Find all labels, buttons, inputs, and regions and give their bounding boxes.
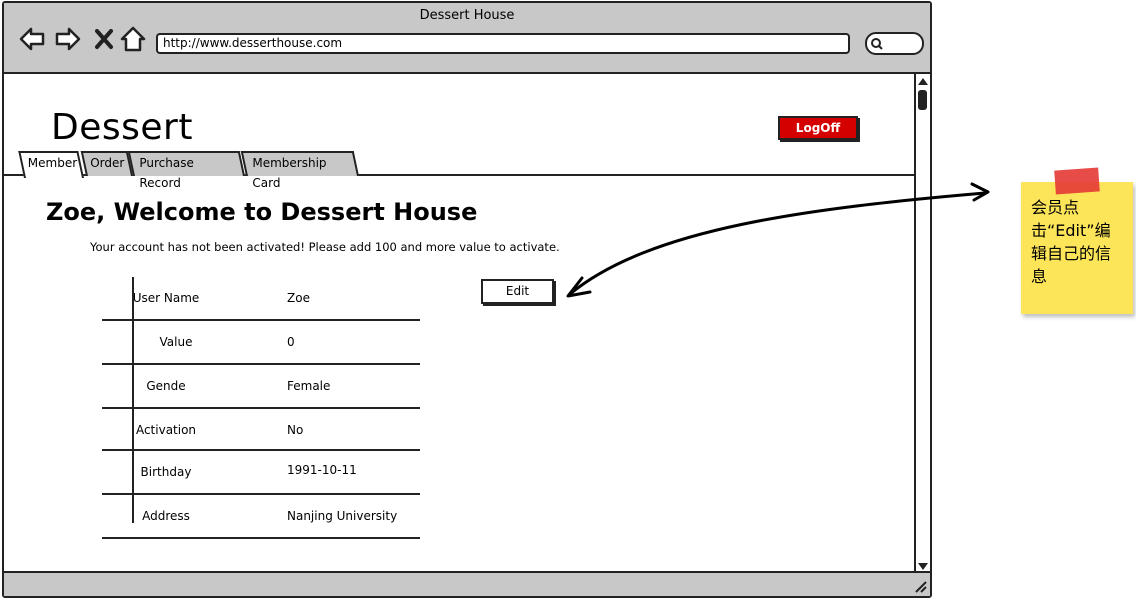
scroll-up-icon[interactable] [917, 76, 929, 87]
info-label: Activation [135, 423, 197, 437]
tab-order-label: Order [90, 156, 125, 170]
activation-notice: Your account has not been activated! Ple… [90, 240, 560, 254]
tab-purchase-record-label: Purchase Record [139, 156, 194, 190]
window-title: Dessert House [419, 8, 515, 23]
info-label: Birthday [140, 465, 192, 479]
tab-member-label: Member [27, 156, 78, 170]
edit-button[interactable]: Edit [481, 279, 554, 304]
info-label: User Name [132, 291, 200, 305]
info-label: Gende [146, 379, 186, 393]
info-label: Address [142, 509, 190, 523]
back-arrow-icon[interactable] [18, 25, 46, 53]
info-value: Female [287, 379, 331, 393]
table-row: Address Nanjing University [102, 495, 420, 539]
annotation-arrow [566, 182, 990, 298]
info-value: 1991-10-11 [287, 463, 357, 477]
table-row: User Name Zoe [102, 277, 420, 321]
logoff-button[interactable]: LogOff [778, 116, 858, 140]
tab-membership-card[interactable]: Membership Card [240, 151, 359, 190]
resize-grip-icon[interactable] [912, 578, 928, 594]
status-bar [4, 571, 930, 596]
table-row: Birthday 1991-10-11 [102, 451, 420, 495]
info-label: Value [159, 335, 193, 349]
tab-member[interactable]: Member [18, 151, 85, 178]
vertical-scrollbar[interactable] [914, 74, 930, 574]
url-bar[interactable]: http://www.desserthouse.com [156, 33, 850, 54]
sticky-tape [1054, 167, 1100, 195]
tab-bar: Member Order Purchase Record Membership … [4, 151, 916, 190]
sticky-note: 会员点击“Edit”编辑自己的信息 [1021, 182, 1133, 314]
home-icon[interactable] [119, 25, 147, 53]
tab-membership-card-label: Membership Card [252, 156, 327, 190]
table-row: Activation No [102, 409, 420, 451]
search-icon [871, 38, 883, 50]
browser-search-field[interactable] [865, 32, 924, 55]
table-row: Gende Female [102, 365, 420, 409]
page-content: Dessert LogOff Member Order Purchase Rec… [4, 74, 916, 572]
table-divider [132, 277, 134, 523]
info-value: No [287, 423, 304, 437]
info-value: Zoe [287, 291, 310, 305]
tab-order[interactable]: Order [80, 151, 133, 176]
browser-titlebar: Dessert House http://www.desserthouse.co… [4, 3, 930, 74]
info-value: Nanjing University [287, 509, 398, 523]
site-title: Dessert [51, 107, 193, 148]
welcome-heading: Zoe, Welcome to Dessert House [46, 198, 478, 226]
tab-purchase-record[interactable]: Purchase Record [127, 151, 245, 190]
forward-arrow-icon[interactable] [54, 25, 82, 53]
table-row: Value 0 [102, 321, 420, 365]
scroll-thumb[interactable] [918, 90, 927, 110]
sticky-note-text: 会员点击“Edit”编辑自己的信息 [1031, 198, 1112, 286]
member-info-table: User Name Zoe Value 0 Gende Female Activ… [102, 277, 420, 539]
info-value: 0 [287, 335, 295, 349]
close-icon[interactable] [90, 25, 118, 53]
